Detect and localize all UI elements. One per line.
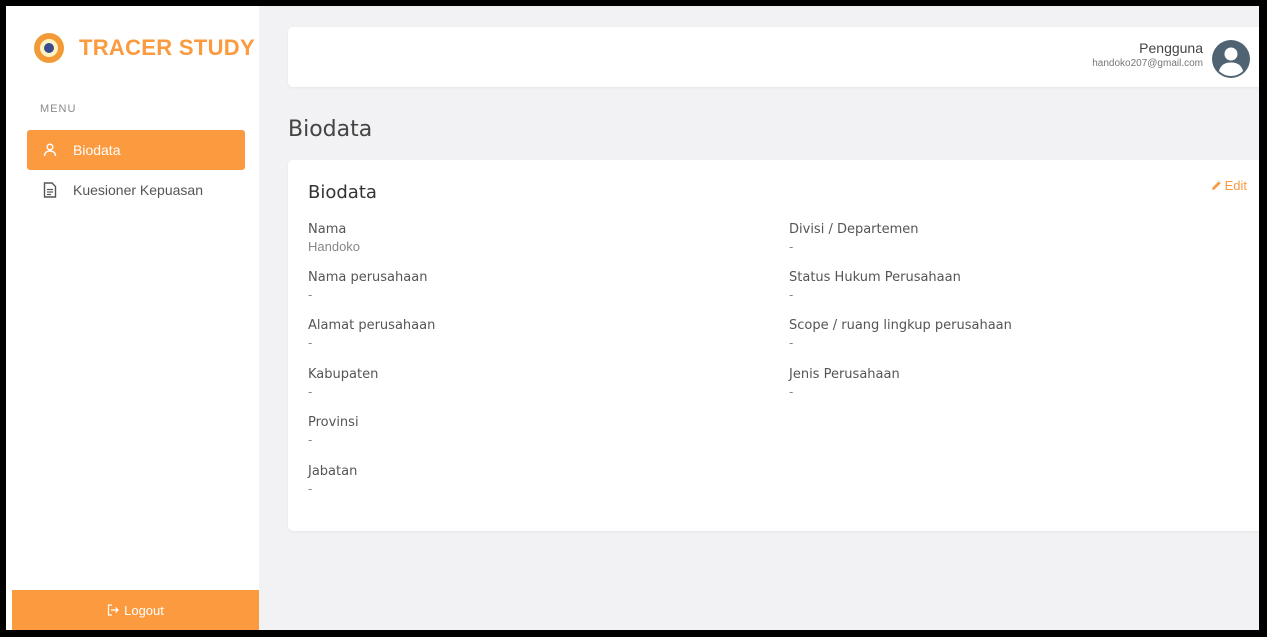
- field-label: Nama: [308, 222, 347, 237]
- avatar-icon[interactable]: [1212, 40, 1250, 78]
- field-scope-ruang-lingkup: Scope / ruang lingkup perusahaan -: [789, 318, 1012, 350]
- biodata-card: Biodata Edit Nama Handoko Nama perusahaa…: [288, 160, 1259, 531]
- field-label: Scope / ruang lingkup perusahaan: [789, 318, 1012, 333]
- field-value: -: [789, 335, 794, 350]
- app-frame: TRACER STUDY MENU Biodata Kuesioner Kepu…: [6, 6, 1259, 630]
- menu-label: MENU: [40, 103, 77, 115]
- user-role: Pengguna: [1139, 40, 1203, 56]
- card-title: Biodata: [308, 182, 377, 203]
- field-label: Provinsi: [308, 415, 359, 430]
- user-email: handoko207@gmail.com: [1092, 58, 1203, 69]
- field-value: -: [308, 481, 313, 496]
- user-info[interactable]: Pengguna handoko207@gmail.com: [1092, 40, 1203, 69]
- field-value: -: [789, 239, 794, 254]
- logout-button[interactable]: Logout: [12, 590, 259, 630]
- sidebar-item-label: Biodata: [73, 142, 121, 158]
- field-label: Kabupaten: [308, 367, 379, 382]
- field-nama-perusahaan: Nama perusahaan -: [308, 270, 427, 302]
- field-value: -: [789, 384, 794, 399]
- field-provinsi: Provinsi -: [308, 415, 359, 447]
- logo-icon: [34, 33, 64, 63]
- top-bar: Pengguna handoko207@gmail.com: [288, 27, 1259, 87]
- field-value: -: [789, 287, 794, 302]
- field-jabatan: Jabatan -: [308, 464, 357, 496]
- field-label: Jabatan: [308, 464, 358, 479]
- brand-title: TRACER STUDY: [79, 35, 255, 60]
- document-icon: [41, 181, 59, 199]
- field-value: -: [308, 432, 313, 447]
- sidebar-item-biodata[interactable]: Biodata: [27, 130, 245, 170]
- field-value: -: [308, 287, 313, 302]
- field-label: Jenis Perusahaan: [789, 367, 900, 382]
- field-value: -: [308, 335, 313, 350]
- field-nama: Nama Handoko: [308, 222, 360, 254]
- field-label: Status Hukum Perusahaan: [789, 270, 961, 285]
- brand[interactable]: TRACER STUDY: [34, 28, 255, 68]
- field-label: Divisi / Departemen: [789, 222, 919, 237]
- field-label: Alamat perusahaan: [308, 318, 436, 333]
- sidebar: TRACER STUDY MENU Biodata Kuesioner Kepu…: [6, 6, 259, 630]
- field-kabupaten: Kabupaten -: [308, 367, 378, 399]
- logout-icon: [107, 604, 119, 616]
- field-alamat-perusahaan: Alamat perusahaan -: [308, 318, 435, 350]
- pencil-icon: [1211, 180, 1222, 191]
- edit-label: Edit: [1224, 178, 1247, 193]
- field-status-hukum-perusahaan: Status Hukum Perusahaan -: [789, 270, 961, 302]
- field-jenis-perusahaan: Jenis Perusahaan -: [789, 367, 900, 399]
- edit-button[interactable]: Edit: [1211, 178, 1247, 193]
- page-title: Biodata: [288, 117, 373, 142]
- field-label: Nama perusahaan: [308, 270, 428, 285]
- field-value: Handoko: [308, 239, 361, 254]
- field-value: -: [308, 384, 313, 399]
- field-divisi-departemen: Divisi / Departemen -: [789, 222, 919, 254]
- logout-label: Logout: [124, 602, 164, 618]
- sidebar-item-kuesioner-kepuasan[interactable]: Kuesioner Kepuasan: [27, 170, 245, 210]
- sidebar-item-label: Kuesioner Kepuasan: [73, 182, 203, 198]
- user-icon: [41, 141, 59, 159]
